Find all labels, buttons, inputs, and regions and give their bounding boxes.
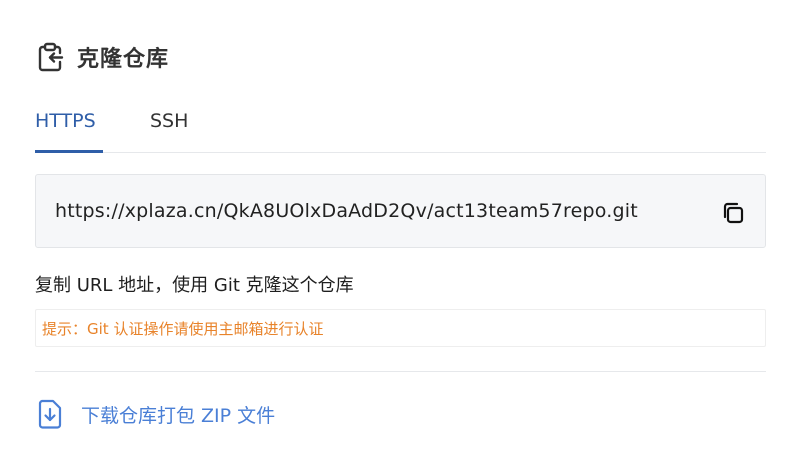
auth-hint-box: 提示：Git 认证操作请使用主邮箱进行认证 <box>35 309 766 347</box>
auth-hint-text: 提示：Git 认证操作请使用主邮箱进行认证 <box>42 320 324 338</box>
tab-ssh[interactable]: SSH <box>150 110 188 151</box>
clone-help-text: 复制 URL 地址，使用 Git 克隆这个仓库 <box>35 275 354 296</box>
download-zip-label[interactable]: 下载仓库打包 ZIP 文件 <box>81 401 275 428</box>
copy-icon <box>723 202 744 224</box>
panel-header: 克隆仓库 <box>35 40 169 74</box>
copy-button[interactable] <box>719 199 747 227</box>
tab-https[interactable]: HTTPS <box>35 110 103 153</box>
download-zip-link[interactable]: 下载仓库打包 ZIP 文件 <box>35 398 275 430</box>
protocol-tabs: HTTPS SSH <box>35 104 766 153</box>
clone-url[interactable]: https://xplaza.cn/QkA8UOlxDaAdD2Qv/act13… <box>55 200 638 222</box>
clone-repo-panel: 克隆仓库 HTTPS SSH https://xplaza.cn/QkA8UOl… <box>35 0 766 465</box>
clone-url-box: https://xplaza.cn/QkA8UOlxDaAdD2Qv/act13… <box>35 174 766 248</box>
file-download-icon <box>35 398 65 430</box>
page-title: 克隆仓库 <box>77 47 170 72</box>
divider <box>35 371 766 372</box>
clipboard-arrow-icon <box>35 42 65 72</box>
